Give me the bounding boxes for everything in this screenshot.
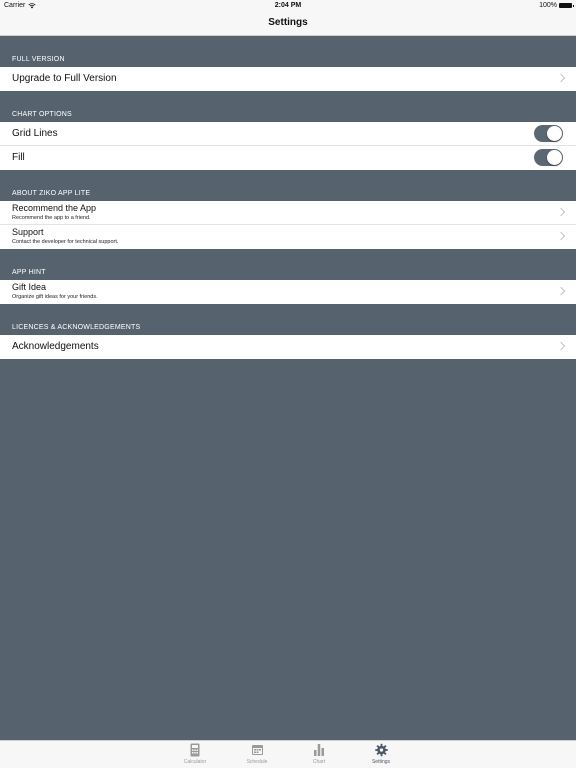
acknowledgements-row[interactable]: Acknowledgements: [0, 335, 576, 359]
settings-screen: Carrier 2:04 PM 100% Settings FULL VERSI…: [0, 0, 576, 768]
section-about: Recommend the App Recommend the app to a…: [0, 201, 576, 249]
acknowledgements-label: Acknowledgements: [12, 341, 99, 352]
tab-label: Schedule: [246, 759, 268, 765]
section-header-licences: LICENCES & ACKNOWLEDGEMENTS: [0, 304, 576, 335]
section-header-chart-options: CHART OPTIONS: [0, 91, 576, 122]
section-header-full-version: FULL VERSION: [0, 36, 576, 67]
section-app-hint: Gift Idea Organize gift ideas for your f…: [0, 280, 576, 304]
chevron-right-icon: [556, 341, 566, 351]
status-bar: Carrier 2:04 PM 100%: [0, 0, 576, 12]
tab-calculator[interactable]: Calculator: [175, 743, 215, 765]
battery-percent: 100%: [539, 2, 557, 9]
chevron-right-icon: [556, 286, 566, 296]
tab-label: Calculator: [183, 759, 207, 765]
recommend-label: Recommend the App: [12, 203, 97, 213]
fill-label: Fill: [12, 152, 25, 163]
status-time: 2:04 PM: [274, 2, 302, 9]
section-header-label: CHART OPTIONS: [12, 111, 72, 118]
gear-icon: [374, 743, 388, 757]
calendar-icon: [251, 745, 263, 755]
fill-row: Fill: [0, 146, 576, 170]
recommend-subtitle: Recommend the app to a friend.: [12, 215, 91, 221]
page-title: Settings: [268, 17, 308, 28]
support-label: Support: [12, 227, 44, 237]
grid-lines-toggle[interactable]: [534, 125, 563, 142]
gift-idea-subtitle: Organize gift ideas for your friends.: [12, 294, 98, 300]
support-subtitle: Contact the developer for technical supp…: [12, 239, 119, 245]
navigation-bar: Settings: [0, 12, 576, 36]
gift-idea-row[interactable]: Gift Idea Organize gift ideas for your f…: [0, 280, 576, 304]
section-licences: Acknowledgements: [0, 335, 576, 359]
section-header-label: ABOUT ZIKO APP LITE: [12, 190, 91, 197]
grid-lines-label: Grid Lines: [12, 128, 58, 139]
section-header-label: APP HINT: [12, 269, 46, 276]
battery-icon: [559, 3, 574, 8]
recommend-app-row[interactable]: Recommend the App Recommend the app to a…: [0, 201, 576, 225]
settings-list: FULL VERSION Upgrade to Full Version CHA…: [0, 36, 576, 359]
upgrade-label: Upgrade to Full Version: [12, 73, 117, 84]
tab-label: Settings: [371, 759, 391, 765]
chevron-right-icon: [556, 207, 566, 217]
tab-schedule[interactable]: Schedule: [237, 743, 277, 765]
bar-chart-icon: [314, 744, 324, 756]
support-row[interactable]: Support Contact the developer for techni…: [0, 225, 576, 249]
tab-label: Chart: [312, 759, 326, 765]
chevron-right-icon: [556, 231, 566, 241]
section-header-label: FULL VERSION: [12, 56, 65, 63]
gift-idea-label: Gift Idea: [12, 282, 47, 292]
tab-settings[interactable]: Settings: [361, 743, 401, 765]
grid-lines-row: Grid Lines: [0, 122, 576, 146]
section-chart-options: Grid Lines Fill: [0, 122, 576, 170]
tab-bar: Calculator Schedule Chart Settings: [0, 740, 576, 768]
calculator-icon: [190, 743, 200, 757]
section-header-app-hint: APP HINT: [0, 249, 576, 280]
chevron-right-icon: [556, 73, 566, 83]
fill-toggle[interactable]: [534, 149, 563, 166]
section-header-about: ABOUT ZIKO APP LITE: [0, 170, 576, 201]
tab-chart[interactable]: Chart: [299, 743, 339, 765]
section-full-version: Upgrade to Full Version: [0, 67, 576, 91]
section-header-label: LICENCES & ACKNOWLEDGEMENTS: [12, 324, 141, 331]
upgrade-full-version-row[interactable]: Upgrade to Full Version: [0, 67, 576, 91]
battery-indicator: 100%: [539, 2, 574, 9]
